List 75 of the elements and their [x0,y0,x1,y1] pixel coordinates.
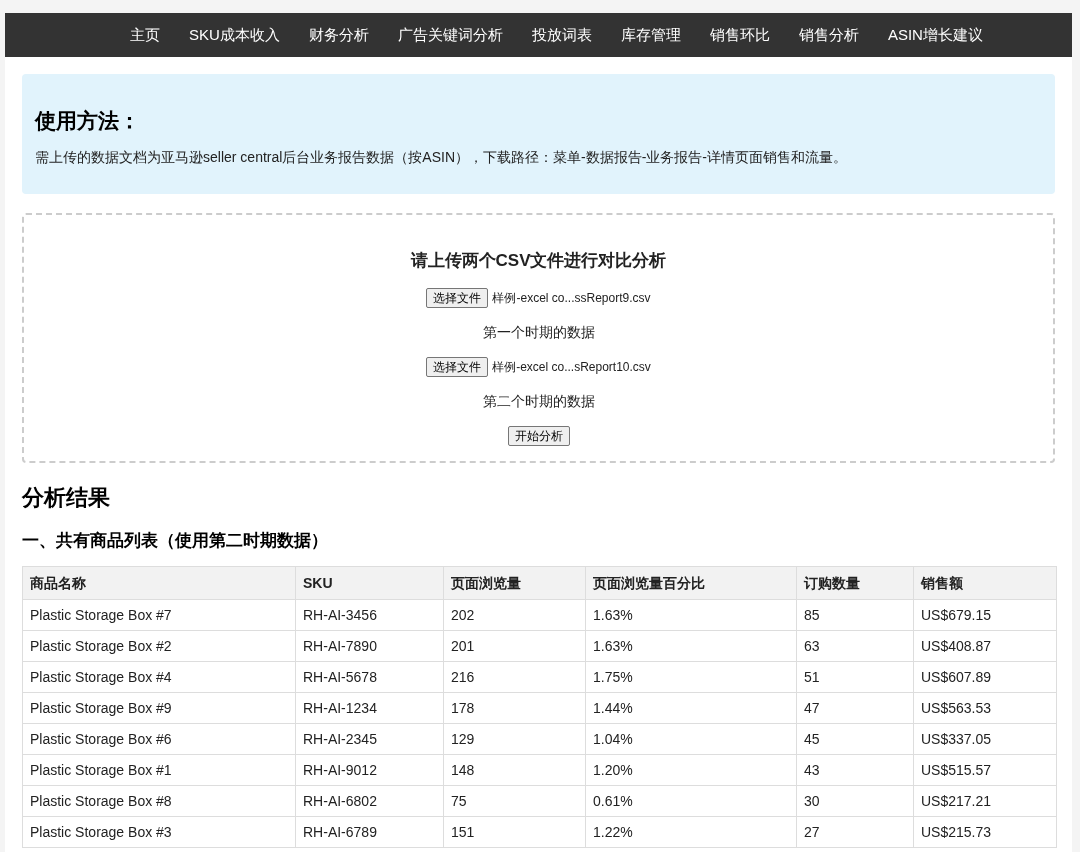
upload-title: 请上传两个CSV文件进行对比分析 [410,250,667,272]
results-title: 分析结果 [22,484,111,512]
nav-link[interactable]: 广告关键词分析 [397,23,503,47]
file-caption: 第二个时期的数据 [482,392,595,411]
table-cell: US$408.87 [913,630,1057,662]
table-cell: 148 [443,754,586,786]
table-cell: US$515.57 [913,754,1057,786]
nav-link[interactable]: 投放词表 [531,23,592,47]
table-cell: 1.22% [585,816,797,848]
start-analysis-button[interactable]: 开始分析 [507,426,570,446]
nav-link[interactable]: 主页 [130,23,161,47]
table-cell: RH-AI-2345 [295,723,444,755]
table-cell: Plastic Storage Box #9 [22,692,296,724]
table-cell: 129 [443,723,586,755]
choose-file-button[interactable]: 选择文件 [426,357,489,377]
usage-title: 使用方法： [35,108,141,134]
table-cell: US$337.05 [913,723,1057,755]
table-cell: 178 [443,692,586,724]
nav-link[interactable]: 财务分析 [308,23,369,47]
table-cell: 216 [443,661,586,693]
table-cell: 1.63% [585,630,797,662]
table-cell: 0.61% [585,785,797,817]
table-cell: 1.63% [585,599,797,631]
choose-file-button[interactable]: 选择文件 [426,288,489,308]
table-cell: Plastic Storage Box #1 [22,754,296,786]
usage-text: 需上传的数据文档为亚马逊seller central后台业务报告数据（按ASIN），下载路径：菜单-数据报告-业务报告-详情页面销售和流量。 [35,148,849,167]
column-header: SKU [295,566,444,600]
table-cell: 43 [796,754,914,786]
column-header: 页面浏览量百分比 [585,566,797,600]
table-cell: Plastic Storage Box #2 [22,630,296,662]
table-cell: 1.20% [585,754,797,786]
table-cell: US$679.15 [913,599,1057,631]
table-cell: US$215.73 [913,816,1057,848]
table-cell: 1.44% [585,692,797,724]
nav-link[interactable]: 库存管理 [620,23,681,47]
column-header: 订购数量 [796,566,914,600]
table-cell: 45 [796,723,914,755]
file-name: 样例-excel co...sReport10.csv [492,359,651,376]
table-cell: Plastic Storage Box #6 [22,723,296,755]
table-cell: 63 [796,630,914,662]
table-cell: Plastic Storage Box #8 [22,785,296,817]
table-cell: Plastic Storage Box #3 [22,816,296,848]
nav-link[interactable]: SKU成本收入 [189,23,280,47]
table-cell: Plastic Storage Box #7 [22,599,296,631]
table-cell: 1.75% [585,661,797,693]
nav-link[interactable]: 销售分析 [798,23,859,47]
table-cell: 27 [796,816,914,848]
column-header: 销售额 [913,566,1057,600]
table-cell: 30 [796,785,914,817]
table-cell: 51 [796,661,914,693]
table-cell: US$217.21 [913,785,1057,817]
table-cell: RH-AI-1234 [295,692,444,724]
table-cell: 1.04% [585,723,797,755]
table-cell: 47 [796,692,914,724]
table-cell: 201 [443,630,586,662]
table-cell: US$563.53 [913,692,1057,724]
table-cell: 85 [796,599,914,631]
table-cell: RH-AI-5678 [295,661,444,693]
table-cell: RH-AI-9012 [295,754,444,786]
table-cell: RH-AI-6802 [295,785,444,817]
table-cell: 202 [443,599,586,631]
nav-link[interactable]: 销售环比 [709,23,770,47]
table-cell: RH-AI-6789 [295,816,444,848]
file-name: 样例-excel co...ssReport9.csv [492,290,651,307]
section-title: 一、共有商品列表（使用第二时期数据） [22,530,329,552]
table-cell: US$607.89 [913,661,1057,693]
column-header: 商品名称 [22,566,296,600]
table-cell: 75 [443,785,586,817]
table-cell: RH-AI-3456 [295,599,444,631]
table-cell: RH-AI-7890 [295,630,444,662]
table-cell: 151 [443,816,586,848]
file-caption: 第一个时期的数据 [482,323,595,342]
nav-link[interactable]: ASIN增长建议 [887,23,983,47]
table-cell: Plastic Storage Box #4 [22,661,296,693]
column-header: 页面浏览量 [443,566,586,600]
